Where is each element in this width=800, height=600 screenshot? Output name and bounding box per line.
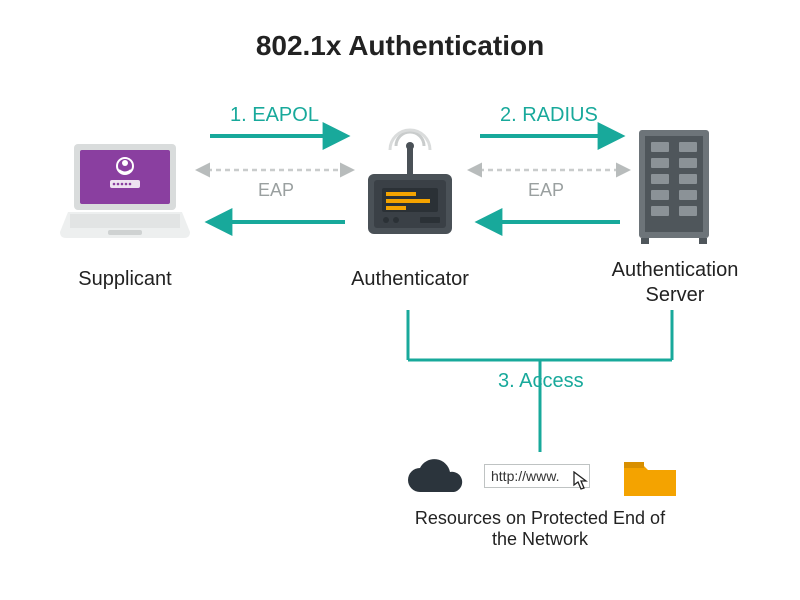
auth-server-label: Authentication Server bbox=[600, 258, 750, 308]
url-text: http://www. bbox=[491, 468, 559, 484]
url-box-icon: http://www. bbox=[484, 464, 590, 488]
flow-radius-label: 2. RADIUS bbox=[500, 104, 598, 127]
flow-eapol-label: 1. EAPOL bbox=[230, 104, 319, 127]
flow-access-label: 3. Access bbox=[498, 370, 584, 393]
authenticator-label: Authenticator bbox=[345, 268, 475, 291]
resources-caption: Resources on Protected End of the Networ… bbox=[410, 508, 670, 550]
eap-label-left: EAP bbox=[258, 180, 294, 201]
cloud-icon bbox=[400, 456, 466, 500]
eap-label-right: EAP bbox=[528, 180, 564, 201]
folder-icon bbox=[622, 456, 678, 500]
supplicant-label: Supplicant bbox=[75, 268, 175, 291]
